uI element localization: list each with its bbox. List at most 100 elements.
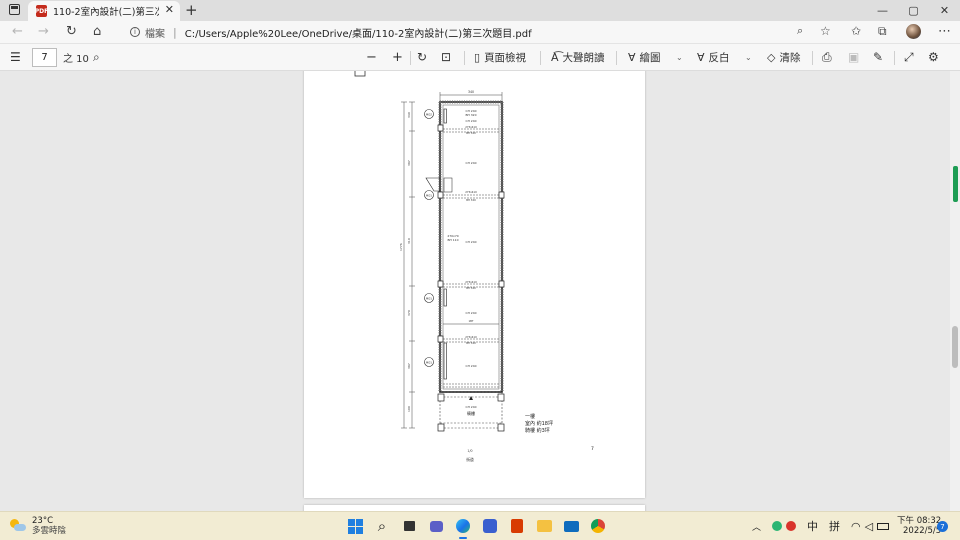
window-controls: — ▢ ✕: [867, 0, 960, 21]
clock[interactable]: 下午 08:32 2022/5/5: [897, 516, 941, 536]
whiteboard-icon[interactable]: [479, 515, 501, 537]
clock-time: 下午 08:32: [897, 516, 942, 526]
note-riding-area: 騎樓 約3坪: [525, 427, 550, 434]
page-view-button[interactable]: ▯ 頁面檢視: [474, 50, 526, 65]
save-icon[interactable]: ▣: [848, 50, 859, 64]
draw-dropdown-icon[interactable]: ⌄: [676, 53, 683, 62]
favorites-icon[interactable]: ✩: [851, 24, 861, 38]
back-icon[interactable]: ←: [12, 24, 23, 39]
address-bar[interactable]: i 檔案 | C:/Users/Apple%20Lee/OneDrive/桌面/…: [122, 22, 822, 42]
new-tab-button[interactable]: +: [185, 1, 198, 19]
beam-label: 275x410: [465, 335, 477, 339]
north-arrow-icon: [469, 396, 473, 400]
pdf-icon: PDF: [35, 5, 48, 17]
refresh-icon[interactable]: ↻: [66, 24, 77, 39]
room-label: CH 240: [465, 161, 476, 165]
clock-date: 2022/5/5: [903, 526, 942, 536]
toolbar-divider: [894, 51, 895, 65]
scrollbar-thumb[interactable]: [952, 326, 958, 368]
pdf-viewer[interactable]: 340 CH 240 BH 320 CH 240 275x410 BH 320 …: [0, 71, 960, 511]
show-hidden-icons[interactable]: ︿: [752, 520, 761, 533]
title-bar: PDF 110-2室內設計(二)第三次題目.pdf ✕ + — ▢ ✕: [0, 0, 960, 21]
windows-logo-icon: [347, 518, 363, 534]
find-icon[interactable]: ⌕: [93, 50, 100, 65]
wall-label: 1BT: [468, 319, 473, 323]
minimize-button[interactable]: —: [867, 0, 898, 21]
fullscreen-icon[interactable]: ⤢: [904, 50, 914, 65]
print-icon[interactable]: ⎙: [822, 50, 832, 65]
read-aloud-button[interactable]: A͡ 大聲朗讀: [551, 50, 605, 65]
rotate-icon[interactable]: ↻: [417, 50, 427, 64]
side-dimension: 370: [407, 310, 411, 316]
maximize-button[interactable]: ▢: [898, 0, 929, 21]
vertical-scrollbar[interactable]: [950, 71, 960, 511]
home-icon[interactable]: ⌂: [93, 24, 101, 39]
toolbar-divider: [540, 51, 541, 65]
system-tray: ︿ 中 拼 ◠ ◁: [752, 518, 900, 534]
task-view-icon[interactable]: [398, 515, 420, 537]
floor-plan-drawing: 340 CH 240 BH 320 CH 240 275x410 BH 320 …: [354, 71, 594, 462]
address-divider: |: [173, 25, 177, 39]
battery-icon[interactable]: [877, 522, 890, 530]
side-dimension: 397: [407, 160, 411, 166]
scroll-position-marker: [953, 166, 958, 202]
total-dimension: 1776: [399, 243, 403, 251]
save-as-icon[interactable]: ✎: [873, 50, 883, 64]
start-button[interactable]: [344, 515, 366, 537]
teams-chat-icon[interactable]: [425, 515, 447, 537]
weather-icon: [10, 519, 26, 533]
side-dimension: 340: [407, 112, 411, 118]
weather-temp: 23°C: [32, 516, 54, 526]
tab-actions-icon[interactable]: [9, 4, 20, 15]
erase-label: 清除: [779, 52, 801, 64]
ime-mode[interactable]: 拼: [829, 518, 840, 534]
office-icon[interactable]: [506, 515, 528, 537]
close-window-button[interactable]: ✕: [929, 0, 960, 21]
chrome-icon[interactable]: [587, 515, 609, 537]
profile-avatar[interactable]: [906, 24, 921, 39]
address-url[interactable]: C:/Users/Apple%20Lee/OneDrive/桌面/110-2室內…: [185, 25, 532, 40]
riding-label: 騎樓: [467, 410, 475, 416]
settings-gear-icon[interactable]: ⚙: [928, 50, 939, 64]
search-icon[interactable]: ⌕: [371, 515, 393, 537]
riding-sublabel: CH 240: [465, 405, 476, 409]
mail-icon[interactable]: [560, 515, 582, 537]
ime-language[interactable]: 中: [807, 518, 818, 534]
contents-icon[interactable]: ☰: [10, 50, 21, 64]
read-aloud-label: 大聲朗讀: [562, 52, 605, 64]
toolbar-divider: [464, 51, 465, 65]
notification-badge[interactable]: 7: [937, 521, 948, 532]
page-number-input[interactable]: 7: [32, 48, 57, 67]
fit-page-icon[interactable]: ⊡: [441, 50, 451, 64]
collections-icon[interactable]: ⧉: [878, 24, 887, 39]
beam-label: 275x410: [465, 125, 477, 129]
draw-button[interactable]: ∀ 繪圖: [628, 50, 661, 65]
highlight-button[interactable]: ∀ 反白: [697, 50, 730, 65]
volume-icon[interactable]: ◁: [865, 520, 873, 533]
erase-button[interactable]: ◇ 清除: [767, 50, 800, 65]
address-label: 檔案: [145, 28, 165, 40]
weather-widget[interactable]: 23°C 多雲時陰: [10, 516, 66, 536]
zoom-icon[interactable]: ⌕: [797, 24, 803, 38]
file-explorer-icon[interactable]: [533, 515, 555, 537]
room-label: CH 240: [465, 364, 476, 368]
antivirus-tray-icon[interactable]: [786, 521, 797, 531]
highlight-dropdown-icon[interactable]: ⌄: [745, 53, 752, 62]
navigation-bar: ← → ↻ ⌂ i 檔案 | C:/Users/Apple%20Lee/OneD…: [0, 21, 960, 43]
info-icon[interactable]: i: [130, 27, 140, 37]
wifi-icon[interactable]: ◠: [851, 520, 861, 533]
edge-icon[interactable]: [452, 515, 474, 539]
zoom-in-icon[interactable]: +: [392, 50, 403, 65]
beam-label: BH 320: [466, 341, 476, 345]
room-label: CH 240: [465, 240, 476, 244]
highlight-icon: ∀: [697, 51, 705, 64]
beam-label: BH 320: [466, 131, 476, 135]
favorite-add-icon[interactable]: ☆: [820, 24, 831, 38]
app-tray-icon[interactable]: [772, 521, 783, 531]
more-menu-icon[interactable]: ⋯: [938, 24, 951, 39]
tab-pdf[interactable]: PDF 110-2室內設計(二)第三次題目.pdf ✕: [28, 1, 180, 21]
zoom-out-icon[interactable]: −: [366, 50, 377, 65]
tab-close-icon[interactable]: ✕: [165, 3, 174, 16]
forward-icon[interactable]: →: [38, 24, 49, 39]
page-total: 之 10: [63, 54, 89, 65]
